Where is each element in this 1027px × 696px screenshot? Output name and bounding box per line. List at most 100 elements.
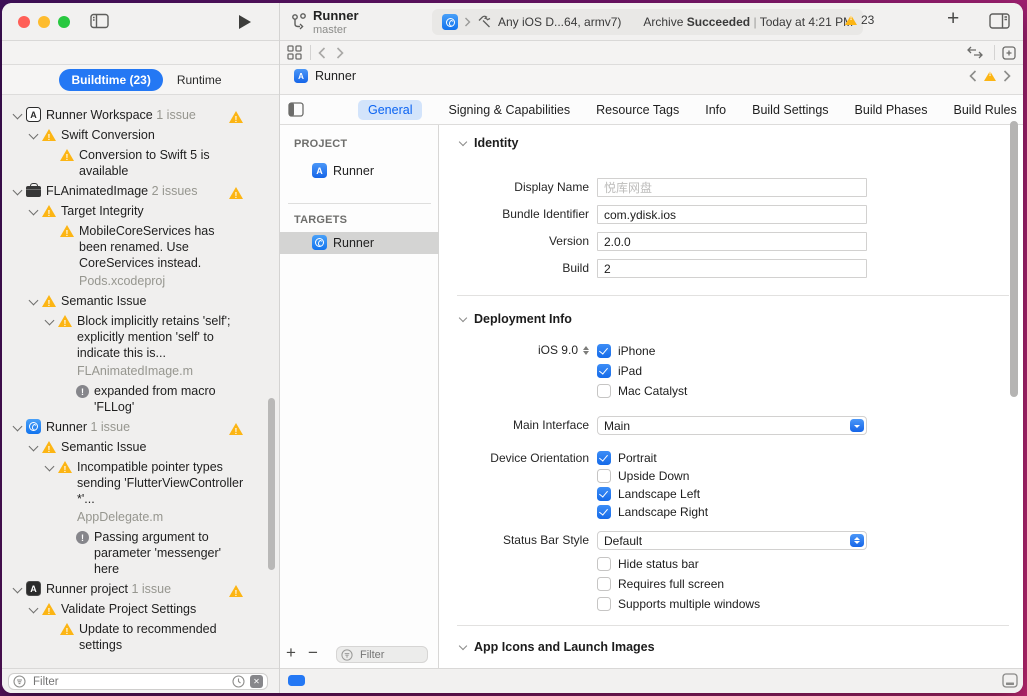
- tree-item-flanimatedimage[interactable]: FLAnimatedImage 2 issues: [2, 181, 279, 201]
- next-issue-icon[interactable]: [1003, 70, 1011, 82]
- forward-icon[interactable]: [336, 47, 344, 59]
- back-icon[interactable]: [318, 47, 326, 59]
- section-chevron-icon[interactable]: [459, 642, 467, 650]
- disclosure-chevron[interactable]: [29, 296, 39, 306]
- section-chevron-icon[interactable]: [459, 138, 467, 146]
- version-stepper[interactable]: [583, 346, 589, 355]
- tree-item-group[interactable]: Semantic Issue: [2, 291, 279, 311]
- disclosure-chevron[interactable]: [13, 422, 23, 432]
- section-chevron-icon[interactable]: [459, 314, 467, 322]
- minimize-window-button[interactable]: [38, 16, 50, 28]
- filter-input[interactable]: [358, 648, 408, 662]
- orientation-upside-down[interactable]: Upside Down: [597, 467, 708, 485]
- identity-section-header[interactable]: Identity: [460, 136, 518, 150]
- device-mac-catalyst[interactable]: Mac Catalyst: [597, 381, 687, 401]
- destination-text[interactable]: Any iOS D...64, armv7): [498, 15, 621, 29]
- previous-issue-icon[interactable]: [969, 70, 977, 82]
- tab-signing[interactable]: Signing & Capabilities: [448, 103, 570, 117]
- bottom-bar-toggle-icon[interactable]: [1002, 673, 1018, 688]
- tree-item-issue[interactable]: Update to recommended settings: [2, 619, 279, 655]
- tree-item-note[interactable]: ! expanded from macro 'FLLog': [2, 381, 279, 417]
- remove-target-button[interactable]: −: [308, 643, 318, 663]
- zoom-window-button[interactable]: [58, 16, 70, 28]
- combo-arrow-icon: [850, 419, 864, 432]
- tab-info[interactable]: Info: [705, 103, 726, 117]
- tree-item-group[interactable]: Validate Project Settings: [2, 599, 279, 619]
- hammer-icon: [477, 15, 492, 29]
- segment-buildtime[interactable]: Buildtime (23): [59, 69, 162, 91]
- orientation-portrait[interactable]: Portrait: [597, 449, 708, 467]
- close-window-button[interactable]: [18, 16, 30, 28]
- targets-filter[interactable]: [336, 646, 428, 663]
- warning-count-badge[interactable]: 23: [845, 13, 874, 27]
- main-interface-combo[interactable]: Main: [597, 416, 867, 435]
- code-review-icon[interactable]: [967, 46, 983, 59]
- disclosure-chevron[interactable]: [29, 130, 39, 140]
- tree-item-issue[interactable]: Block implicitly retains 'self'; explici…: [2, 311, 279, 381]
- filter-input[interactable]: [31, 675, 227, 689]
- tab-overview-icon[interactable]: [287, 45, 302, 60]
- clear-filter-icon[interactable]: ✕: [250, 675, 263, 688]
- navigator-scrollbar[interactable]: [268, 398, 275, 570]
- tree-item-workspace[interactable]: A Runner Workspace 1 issue: [2, 105, 279, 125]
- editor-breadcrumb-chip[interactable]: [288, 675, 305, 686]
- run-button[interactable]: [238, 14, 252, 30]
- add-target-button[interactable]: +: [286, 643, 296, 663]
- display-name-field[interactable]: [597, 178, 867, 197]
- scheme-icon[interactable]: [442, 14, 458, 30]
- disclosure-chevron[interactable]: [13, 584, 23, 594]
- navigator-toggle-icon[interactable]: [90, 13, 109, 29]
- tree-item-issue[interactable]: Conversion to Swift 5 is available: [2, 145, 279, 181]
- option-hide-status-bar[interactable]: Hide status bar: [597, 554, 760, 574]
- build-field[interactable]: [597, 259, 867, 278]
- tab-build-rules[interactable]: Build Rules: [954, 103, 1017, 117]
- tab-resource-tags[interactable]: Resource Tags: [596, 103, 679, 117]
- deployment-section-header[interactable]: Deployment Info: [460, 312, 572, 326]
- tree-item-runner-project[interactable]: A Runner project 1 issue: [2, 579, 279, 599]
- device-ipad[interactable]: iPad: [597, 361, 687, 381]
- tree-item-group[interactable]: Swift Conversion: [2, 125, 279, 145]
- editor-layout-icon[interactable]: [989, 13, 1010, 29]
- option-supports-multiple-windows[interactable]: Supports multiple windows: [597, 594, 760, 614]
- orientation-landscape-right[interactable]: Landscape Right: [597, 503, 708, 521]
- tab-build-phases[interactable]: Build Phases: [855, 103, 928, 117]
- project-title-block[interactable]: Runner master: [313, 8, 359, 36]
- navigator-filter[interactable]: ✕: [8, 673, 268, 690]
- tab-general[interactable]: General: [358, 100, 422, 120]
- tree-item-issue[interactable]: Incompatible pointer types sending 'Flut…: [2, 457, 279, 527]
- editor-scrollbar[interactable]: [1010, 121, 1018, 397]
- disclosure-chevron[interactable]: [29, 604, 39, 614]
- tree-item-issue[interactable]: MobileCoreServices has been renamed. Use…: [2, 221, 279, 291]
- breadcrumb[interactable]: A Runner: [294, 69, 356, 83]
- checkbox: [597, 487, 611, 501]
- disclosure-chevron[interactable]: [29, 206, 39, 216]
- tab-build-settings[interactable]: Build Settings: [752, 103, 828, 117]
- tree-item-group[interactable]: Target Integrity: [2, 201, 279, 221]
- add-tab-button[interactable]: +: [947, 7, 959, 31]
- orientation-landscape-left[interactable]: Landscape Left: [597, 485, 708, 503]
- project-item[interactable]: A Runner: [312, 163, 374, 178]
- breadcrumb-item[interactable]: Runner: [315, 69, 356, 83]
- add-editor-icon[interactable]: [1002, 46, 1016, 60]
- disclosure-chevron[interactable]: [13, 186, 23, 196]
- app-icons-section-header[interactable]: App Icons and Launch Images: [460, 640, 655, 654]
- disclosure-chevron[interactable]: [13, 110, 23, 120]
- option-requires-full-screen[interactable]: Requires full screen: [597, 574, 760, 594]
- targets-header: TARGETS: [294, 214, 347, 226]
- disclosure-chevron[interactable]: [29, 442, 39, 452]
- target-item[interactable]: Runner: [312, 235, 374, 250]
- tree-item-note[interactable]: ! Passing argument to parameter 'messeng…: [2, 527, 279, 579]
- disclosure-chevron[interactable]: [45, 462, 55, 472]
- disclosure-chevron[interactable]: [45, 316, 55, 326]
- version-field[interactable]: [597, 232, 867, 251]
- segment-runtime[interactable]: Runtime: [177, 73, 222, 87]
- activity-view[interactable]: Any iOS D...64, armv7) Archive Succeeded…: [432, 9, 863, 35]
- inspector-collapse-icon[interactable]: [288, 102, 304, 117]
- recent-issues-icon[interactable]: [232, 675, 245, 688]
- bundle-identifier-field[interactable]: [597, 205, 867, 224]
- status-bar-style-popup[interactable]: Default: [597, 531, 867, 550]
- device-iphone[interactable]: iPhone: [597, 341, 687, 361]
- tree-item-runner-target[interactable]: Runner 1 issue: [2, 417, 279, 437]
- tree-item-group[interactable]: Semantic Issue: [2, 437, 279, 457]
- status-text: Archive Succeeded | Today at 4:21 PM: [643, 15, 853, 29]
